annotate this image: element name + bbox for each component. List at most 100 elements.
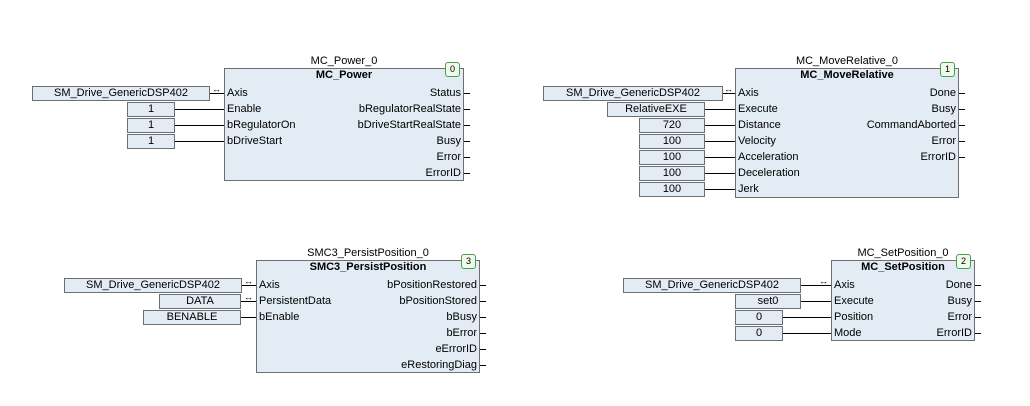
persist-output-bpositionrestored: bPositionRestored [387, 279, 477, 291]
moverel-input-deceleration: Deceleration [738, 167, 800, 179]
moverel-deceleration-variable[interactable]: 100 [639, 166, 705, 181]
setpos-output-errorid: ErrorID [936, 327, 972, 339]
setpos-mode-wire [783, 333, 831, 334]
persist-benable-variable[interactable]: BENABLE [143, 310, 241, 325]
inout-arrow-icon: ↔ [819, 276, 828, 286]
inout-arrow-icon: ↔ [724, 84, 733, 94]
moverel-jerk-wire [705, 189, 735, 190]
moverel-output-busy: Busy [931, 103, 956, 115]
moverel-velocity-wire [705, 141, 735, 142]
setpos-block[interactable]: MC_SetPosition 2 Axis Execute Position M… [831, 254, 975, 341]
setpos-execute-wire [801, 301, 831, 302]
moverel-output-commandaborted: CommandAborted [866, 119, 956, 131]
persist-input-benable: bEnable [259, 311, 300, 323]
moverel-output-stub [959, 157, 965, 158]
power-bregulatoron-wire [175, 125, 224, 126]
persist-output-stub [480, 317, 486, 318]
moverel-block[interactable]: MC_MoveRelative 1 Axis Execute Distance … [735, 62, 959, 198]
power-bdrivestart-wire [175, 141, 224, 142]
moverel-output-stub [959, 141, 965, 142]
power-output-stub [464, 157, 470, 158]
persist-block-type: SMC3_PersistPosition [309, 261, 427, 273]
persist-input-persistentdata: PersistentData [259, 295, 332, 307]
moverel-deceleration-wire [705, 173, 735, 174]
moverel-output-stub [959, 93, 965, 94]
setpos-output-stub [975, 285, 981, 286]
inout-arrow-icon: ↔ [244, 276, 253, 286]
power-enable-wire [175, 109, 224, 110]
inout-arrow-icon: ↔ [244, 292, 253, 302]
moverel-input-velocity: Velocity [738, 135, 776, 147]
setpos-output-stub [975, 301, 981, 302]
setpos-output-done: Done [945, 279, 972, 291]
moverel-jerk-variable[interactable]: 100 [639, 182, 705, 197]
power-input-enable: Enable [227, 103, 262, 115]
moverel-instance-name: MC_MoveRelative_0 [795, 55, 899, 67]
persist-output-stub [480, 301, 486, 302]
power-block[interactable]: MC_Power 0 Axis Enable bRegulatorOn bDri… [224, 62, 464, 181]
setpos-output-error: Error [947, 311, 972, 323]
power-output-stub [464, 109, 470, 110]
setpos-position-wire [783, 317, 831, 318]
moverel-exec-order-badge: 1 [940, 62, 955, 77]
power-axis-variable[interactable]: SM_Drive_GenericDSP402 [32, 86, 210, 101]
persist-output-eerrorid: eErrorID [435, 343, 477, 355]
power-block-type: MC_Power [315, 69, 373, 81]
setpos-mode-variable[interactable]: 0 [735, 326, 783, 341]
setpos-instance-name: MC_SetPosition_0 [857, 247, 949, 259]
moverel-output-error: Error [931, 135, 956, 147]
persist-output-berror: bError [446, 327, 477, 339]
persist-block[interactable]: SMC3_PersistPosition 3 Axis PersistentDa… [256, 254, 480, 373]
power-output-busy: Busy [436, 135, 461, 147]
setpos-output-busy: Busy [947, 295, 972, 307]
persist-persistentdata-variable[interactable]: DATA [159, 294, 241, 309]
power-exec-order-badge: 0 [445, 62, 460, 77]
moverel-input-acceleration: Acceleration [738, 151, 799, 163]
moverel-axis-variable[interactable]: SM_Drive_GenericDSP402 [543, 86, 723, 101]
persist-output-stub [480, 349, 486, 350]
persist-input-axis: Axis [259, 279, 280, 291]
moverel-input-jerk: Jerk [738, 183, 759, 195]
moverel-acceleration-wire [705, 157, 735, 158]
setpos-exec-order-badge: 2 [956, 254, 971, 269]
moverel-acceleration-variable[interactable]: 100 [639, 150, 705, 165]
power-input-bdrivestart: bDriveStart [227, 135, 283, 147]
setpos-output-stub [975, 317, 981, 318]
persist-exec-order-badge: 3 [461, 254, 476, 269]
setpos-position-variable[interactable]: 0 [735, 310, 783, 325]
power-output-stub [464, 93, 470, 94]
persist-output-stub [480, 285, 486, 286]
power-output-errorid: ErrorID [425, 167, 461, 179]
persist-output-erestoringdiag: eRestoringDiag [401, 359, 477, 371]
setpos-block-type: MC_SetPosition [861, 261, 945, 273]
inout-arrow-icon: ↔ [212, 84, 221, 94]
moverel-distance-wire [705, 125, 735, 126]
persist-output-bpositionstored: bPositionStored [399, 295, 477, 307]
persist-output-stub [480, 333, 486, 334]
power-enable-variable[interactable]: 1 [127, 102, 175, 117]
setpos-axis-variable[interactable]: SM_Drive_GenericDSP402 [623, 278, 801, 293]
power-instance-name: MC_Power_0 [310, 55, 378, 67]
persist-output-stub [480, 365, 486, 366]
setpos-input-position: Position [834, 311, 874, 323]
power-output-stub [464, 141, 470, 142]
setpos-input-execute: Execute [834, 295, 874, 307]
moverel-output-stub [959, 125, 965, 126]
persist-benable-wire [241, 317, 256, 318]
power-output-error: Error [436, 151, 461, 163]
power-bregulatoron-variable[interactable]: 1 [127, 118, 175, 133]
setpos-output-stub [975, 333, 981, 334]
moverel-output-errorid: ErrorID [920, 151, 956, 163]
power-output-bdrivestartrealstate: bDriveStartRealState [357, 119, 461, 131]
persist-axis-variable[interactable]: SM_Drive_GenericDSP402 [64, 278, 242, 293]
moverel-distance-variable[interactable]: 720 [639, 118, 705, 133]
moverel-velocity-variable[interactable]: 100 [639, 134, 705, 149]
power-output-bregulatorrealstate: bRegulatorRealState [358, 103, 461, 115]
moverel-execute-variable[interactable]: RelativeEXE [607, 102, 705, 117]
moverel-output-done: Done [929, 87, 956, 99]
persist-instance-name: SMC3_PersistPosition_0 [307, 247, 429, 259]
moverel-output-stub [959, 109, 965, 110]
setpos-input-mode: Mode [834, 327, 862, 339]
setpos-execute-variable[interactable]: set0 [735, 294, 801, 309]
power-bdrivestart-variable[interactable]: 1 [127, 134, 175, 149]
